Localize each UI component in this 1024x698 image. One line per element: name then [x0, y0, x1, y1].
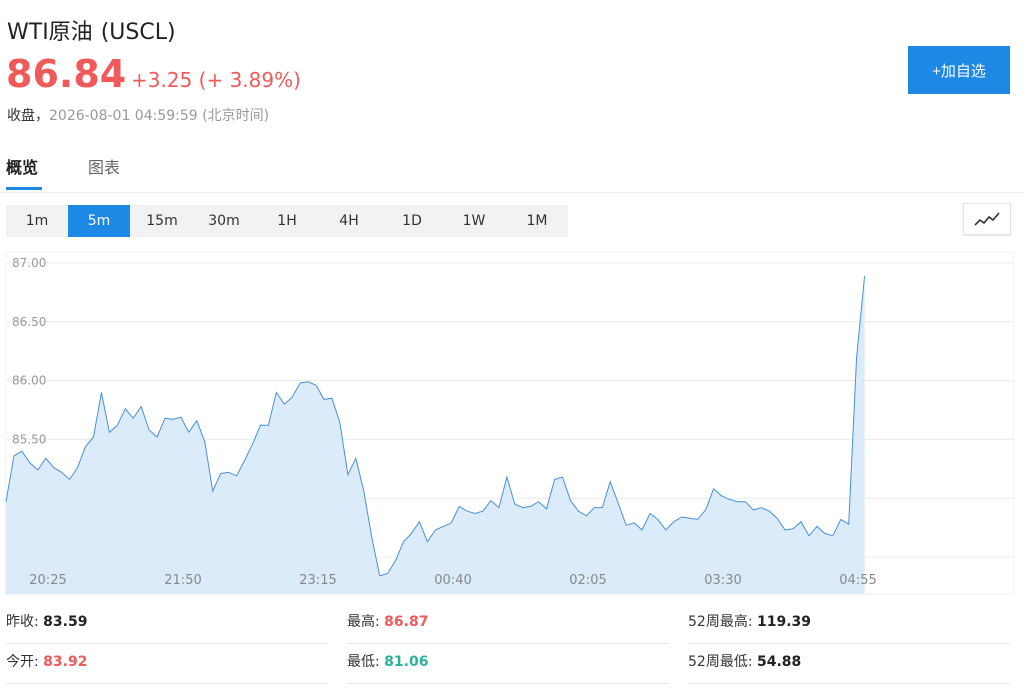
tab-active-indicator [6, 187, 42, 190]
stat-value: 83.92 [43, 654, 88, 670]
x-tick-label: 03:30 [704, 573, 741, 588]
interval-4h[interactable]: 4H [318, 205, 380, 237]
last-price: 86.84 [6, 52, 127, 96]
interval-5m[interactable]: 5m [68, 205, 130, 237]
interval-1d[interactable]: 1D [381, 205, 443, 237]
stat-low: 最低: 81.06 [347, 645, 669, 684]
stat-52w-high: 52周最高: 119.39 [688, 605, 1010, 644]
price-area [6, 275, 865, 594]
add-watchlist-button[interactable]: +加自选 [908, 46, 1010, 94]
tab-bar: 概览 图表 [0, 150, 1024, 193]
interval-1w[interactable]: 1W [443, 205, 505, 237]
y-tick-label: 86.00 [12, 374, 46, 388]
stat-label: 最高: [347, 614, 380, 630]
stat-prev-close: 昨收: 83.59 [6, 605, 328, 644]
status-timezone: (北京时间) [202, 108, 270, 124]
price-chart: 87.0086.5086.0085.5085.0084.5020:2521:50… [0, 250, 1016, 600]
line-chart-icon [974, 212, 1000, 226]
y-tick-label: 85.50 [12, 432, 46, 446]
instrument-title: WTI原油 (USCL) [7, 14, 176, 46]
y-tick-label: 87.00 [12, 256, 46, 270]
x-tick-label: 04:55 [839, 573, 876, 588]
stat-label: 最低: [347, 654, 380, 670]
instrument-code: (USCL) [100, 20, 176, 45]
stat-value: 86.87 [384, 614, 429, 630]
status-label: 收盘， [7, 108, 49, 124]
tab-overview[interactable]: 概览 [6, 154, 38, 178]
x-tick-label: 02:05 [569, 573, 606, 588]
instrument-name: WTI原油 [7, 20, 93, 45]
interval-1m[interactable]: 1m [6, 205, 68, 237]
x-tick-label: 20:25 [29, 573, 66, 588]
interval-1h[interactable]: 1H [256, 205, 318, 237]
market-status: 收盘，2026-08-01 04:59:59 (北京时间) [7, 105, 269, 125]
stat-label: 昨收: [6, 614, 39, 630]
y-tick-label: 86.50 [12, 315, 46, 329]
stat-value: 83.59 [43, 614, 88, 630]
stat-label: 52周最高: [688, 614, 753, 630]
stat-open: 今开: 83.92 [6, 645, 328, 684]
stat-label: 今开: [6, 654, 39, 670]
interval-15m[interactable]: 15m [131, 205, 193, 237]
x-tick-label: 23:15 [299, 573, 336, 588]
stat-value: 54.88 [756, 654, 802, 670]
x-tick-label: 21:50 [164, 573, 201, 588]
stat-value: 81.06 [384, 654, 429, 670]
x-tick-label: 00:40 [434, 573, 471, 588]
interval-30m[interactable]: 30m [193, 205, 255, 237]
status-timestamp: 2026-08-01 04:59:59 [49, 108, 198, 124]
stat-value: 119.39 [756, 614, 812, 630]
tab-chart[interactable]: 图表 [88, 154, 120, 178]
stat-label: 52周最低: [688, 654, 753, 670]
price-chart-svg: 87.0086.5086.0085.5085.0084.5020:2521:50… [5, 251, 1015, 595]
chart-type-toggle[interactable] [963, 203, 1011, 235]
interval-1mo[interactable]: 1M [506, 205, 568, 237]
price-change: +3.25 (+ 3.89%) [131, 68, 301, 92]
stat-52w-low: 52周最低: 54.88 [688, 645, 1010, 684]
interval-selector: 1m 5m 15m 30m 1H 4H 1D 1W 1M [6, 205, 568, 237]
stat-high: 最高: 86.87 [347, 605, 669, 644]
